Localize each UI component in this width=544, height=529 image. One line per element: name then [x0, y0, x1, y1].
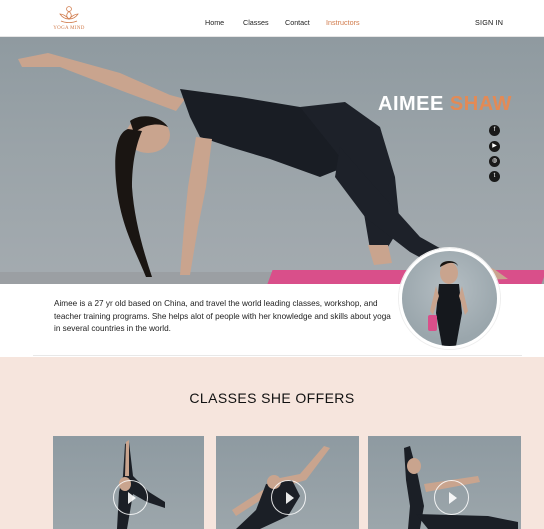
header: YOGA MIND Home Classes Contact Instructo… — [0, 0, 544, 37]
nav-home[interactable]: Home — [205, 18, 224, 27]
play-button[interactable] — [271, 480, 306, 515]
instructor-bio: Aimee is a 27 yr old based on China, and… — [54, 299, 391, 334]
youtube-icon[interactable]: ▶ — [489, 141, 500, 152]
facebook-icon[interactable]: f — [489, 125, 500, 136]
section-divider — [33, 355, 522, 356]
globe-icon[interactable]: ◍ — [489, 156, 500, 167]
class-card[interactable] — [53, 436, 204, 529]
play-button[interactable] — [434, 480, 469, 515]
play-button[interactable] — [113, 480, 148, 515]
lotus-icon — [59, 6, 79, 23]
sign-in-link[interactable]: SIGN IN — [475, 18, 503, 27]
classes-title: CLASSES SHE OFFERS — [189, 390, 355, 406]
brand-name: YOGA MIND — [53, 26, 85, 31]
nav-instructors[interactable]: Instructors — [326, 18, 360, 27]
instructor-last-name: SHAW — [449, 93, 512, 115]
twitter-icon[interactable]: t — [489, 171, 500, 182]
instructor-avatar — [399, 248, 500, 349]
avatar-photo — [428, 261, 468, 346]
play-icon — [128, 492, 136, 504]
instructor-first-name: AIMEE — [378, 93, 444, 115]
hero-photo — [18, 53, 508, 280]
classes-section: CLASSES SHE OFFERS — [0, 357, 544, 529]
play-icon — [286, 492, 294, 504]
class-card[interactable] — [368, 436, 521, 529]
nav-contact[interactable]: Contact — [285, 18, 310, 27]
brand-logo[interactable]: YOGA MIND — [49, 5, 89, 35]
instructor-name: AIMEE SHAW — [378, 93, 512, 116]
hero-banner: AIMEE SHAW f ▶ ◍ t — [0, 37, 544, 284]
class-card[interactable] — [216, 436, 359, 529]
play-icon — [449, 492, 457, 504]
nav-classes[interactable]: Classes — [243, 18, 269, 27]
